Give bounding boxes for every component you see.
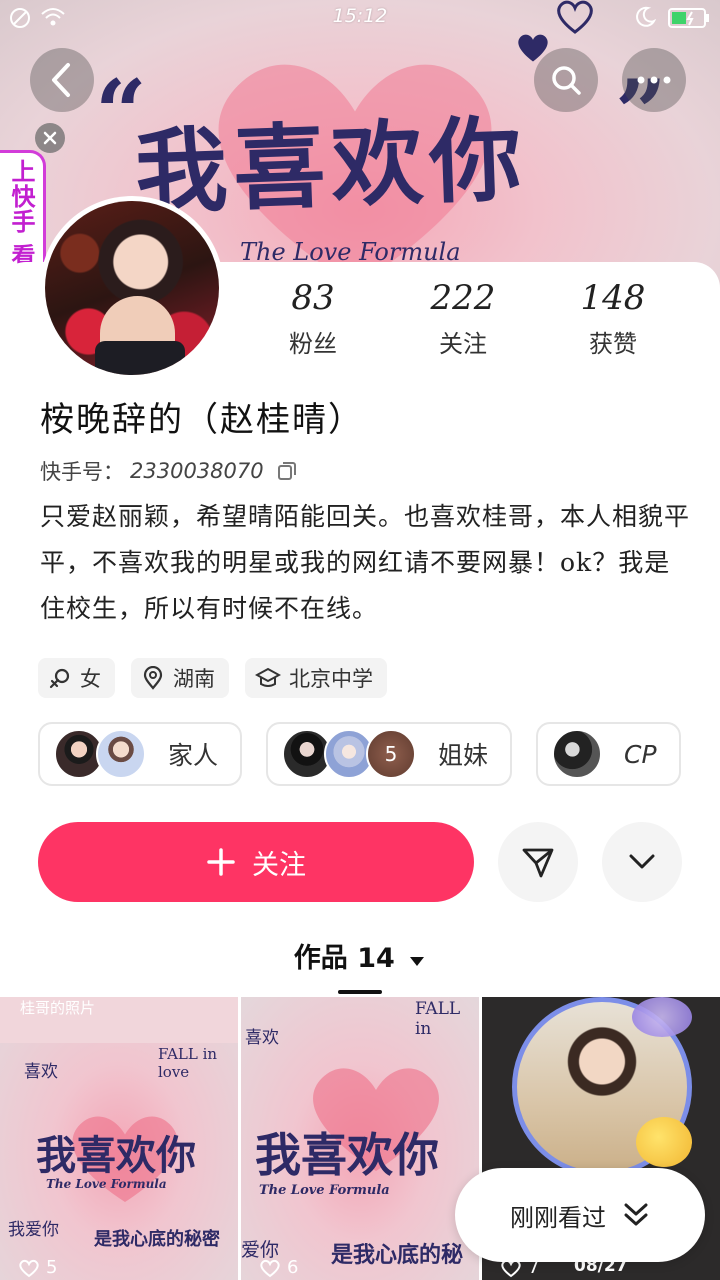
recently-viewed-button[interactable]: 刚刚看过: [455, 1168, 705, 1262]
back-arrow-icon: [52, 63, 70, 97]
member-avatar: [96, 729, 146, 779]
more-actions-button[interactable]: [602, 822, 682, 902]
group-sisters[interactable]: 5 姐妹: [266, 722, 513, 786]
works-tab-indicator: [338, 990, 382, 994]
tag-gender: 女: [38, 658, 115, 698]
banner-title: 我喜欢你: [133, 105, 530, 227]
close-ad-button[interactable]: [35, 123, 65, 153]
member-avatar: [552, 729, 603, 779]
chevron-down-icon: [629, 854, 655, 869]
status-bar: 15:12: [0, 0, 720, 36]
kuaishou-id-label: 快手号：: [40, 460, 124, 484]
likes-label: 获赞: [589, 330, 637, 358]
group-family[interactable]: 家人: [38, 722, 243, 786]
works-tab[interactable]: 作品 14: [0, 936, 720, 975]
work-thumbnail[interactable]: 桂哥的照片 喜欢 FALL in love 我喜欢你 The Love Form…: [0, 997, 238, 1280]
back-button[interactable]: [30, 48, 94, 112]
stat-likes[interactable]: 148 获赞: [538, 278, 688, 359]
copy-icon[interactable]: [276, 460, 298, 482]
like-count: 6: [259, 1257, 298, 1278]
plus-icon: [207, 848, 235, 876]
kuaishou-id: 快手号： 2330038070: [40, 456, 298, 486]
heart-outline-icon: [19, 1259, 39, 1277]
stat-following[interactable]: 222 关注: [388, 278, 538, 359]
follow-label: 关注: [252, 849, 306, 881]
more-button[interactable]: [622, 48, 686, 112]
tag-location: 湖南: [131, 658, 229, 698]
following-count: 222: [430, 278, 496, 318]
send-message-button[interactable]: [498, 822, 578, 902]
tag-school: 北京中学: [245, 658, 387, 698]
profile-stats: 83 粉丝 222 关注 148 获赞: [238, 278, 688, 359]
avatar[interactable]: [40, 196, 224, 380]
avatar-image: [45, 201, 219, 375]
group-cp[interactable]: CP: [536, 722, 681, 786]
heart-outline-icon: [260, 1259, 280, 1277]
likes-count: 148: [580, 278, 646, 318]
more-dots-icon: [637, 76, 671, 84]
double-chevron-down-icon: [624, 1203, 648, 1226]
send-icon: [522, 848, 554, 878]
followers-label: 粉丝: [289, 330, 337, 358]
like-count: 5: [18, 1257, 57, 1278]
profile-nickname: 桉晚辞的（赵桂晴）: [40, 400, 364, 440]
location-icon: [143, 666, 163, 690]
following-label: 关注: [439, 330, 487, 358]
recently-viewed-label: 刚刚看过: [510, 1203, 606, 1232]
works-tab-label: 作品 14: [293, 943, 395, 974]
close-icon: [43, 131, 57, 145]
member-count-badge: 5: [366, 729, 417, 779]
search-button[interactable]: [534, 48, 598, 112]
followers-count: 83: [291, 278, 335, 318]
caret-down-icon: [410, 957, 425, 966]
school-icon: [255, 667, 281, 687]
moon-icon: [636, 6, 656, 27]
kuaishou-id-value: 2330038070: [130, 459, 264, 483]
work-thumbnail[interactable]: 喜欢 FALL in 我喜欢你 The Love Formula 是我心底的秘 …: [241, 997, 479, 1280]
relationship-groups: 家人 5 姐妹 CP: [38, 722, 681, 786]
status-time: 15:12: [332, 5, 388, 27]
female-icon: [49, 668, 70, 689]
profile-tags: 女 湖南 北京中学: [38, 658, 387, 698]
follow-button[interactable]: 关注: [38, 822, 474, 902]
stat-followers[interactable]: 83 粉丝: [238, 278, 388, 359]
profile-bio: 只爱赵丽颖，希望晴陌能回关。也喜欢桂哥，本人相貌平平，不喜欢我的明星或我的网红请…: [40, 502, 691, 623]
search-icon: [552, 66, 581, 95]
battery-icon: [668, 8, 709, 28]
